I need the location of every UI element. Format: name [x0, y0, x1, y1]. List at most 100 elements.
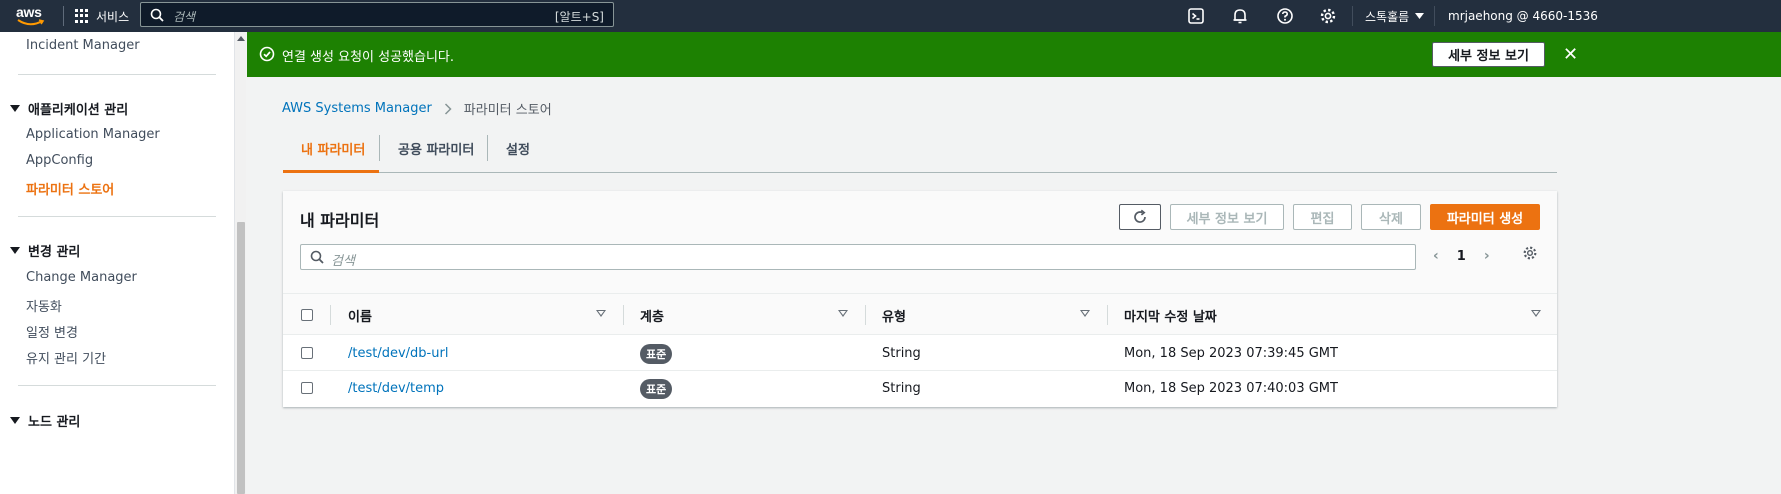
sort-icon[interactable]	[838, 310, 848, 317]
flash-view-details-button[interactable]: 세부 정보 보기	[1432, 42, 1545, 67]
sidebar-item-automation[interactable]: 자동화	[26, 296, 62, 315]
tier-badge: 표준	[640, 343, 673, 364]
sidebar-item-incident-manager[interactable]: Incident Manager	[26, 38, 140, 53]
sort-icon[interactable]	[1531, 310, 1541, 317]
sidebar-item-maintenance-windows[interactable]: 유지 관리 기간	[26, 348, 106, 367]
filter-placeholder: 검색	[331, 254, 355, 269]
sidebar-item-change-manager[interactable]: Change Manager	[26, 270, 137, 285]
sidebar-section-change-management[interactable]: 변경 관리	[10, 241, 80, 260]
parameter-name-link[interactable]: /test/dev/db-url	[348, 336, 448, 371]
breadcrumb-systems-manager-link[interactable]: AWS Systems Manager	[282, 101, 432, 116]
prev-page-icon[interactable]: ‹	[1433, 248, 1439, 264]
aws-logo-text: aws	[16, 4, 42, 20]
panel-header: 내 파라미터 세부 정보 보기 편집 삭제 파라미터 생성 검색 ‹ 1 ›	[283, 191, 1557, 293]
section-title: 노드 관리	[28, 415, 81, 430]
scroll-up-arrow-icon[interactable]	[237, 36, 245, 41]
column-divider	[865, 305, 866, 325]
row-checkbox[interactable]	[301, 347, 313, 359]
sidebar-item-application-manager[interactable]: Application Manager	[26, 127, 160, 142]
section-title: 애플리케이션 관리	[28, 103, 129, 118]
sidebar-divider	[18, 74, 216, 75]
search-placeholder: 검색	[173, 10, 196, 24]
refresh-button[interactable]	[1119, 204, 1161, 230]
tier-cell: 표준	[640, 336, 673, 371]
pagination: ‹ 1 ›	[1433, 243, 1490, 269]
global-search-input[interactable]: 검색 [알트+S]	[140, 2, 614, 27]
account-menu[interactable]: mrjaehong @ 4660-1536	[1448, 0, 1598, 32]
tier-badge: 표준	[640, 378, 673, 399]
sidebar-divider	[18, 216, 216, 217]
scroll-thumb[interactable]	[237, 222, 245, 494]
tab-my-parameters[interactable]: 내 파라미터	[301, 125, 365, 171]
sidebar-section-node-management[interactable]: 노드 관리	[10, 411, 80, 430]
expand-triangle-icon	[10, 417, 20, 424]
breadcrumb-current: 파라미터 스토어	[463, 103, 552, 118]
nav-divider	[1434, 6, 1435, 26]
column-header-name[interactable]: 이름	[348, 294, 372, 336]
search-icon	[310, 250, 324, 264]
type-cell: String	[882, 381, 921, 396]
sort-icon[interactable]	[596, 310, 606, 317]
parameters-panel: 내 파라미터 세부 정보 보기 편집 삭제 파라미터 생성 검색 ‹ 1 › 이…	[283, 191, 1557, 407]
column-header-type[interactable]: 유형	[882, 294, 906, 336]
success-check-icon	[259, 46, 275, 62]
flash-message: 연결 생성 요청이 성공했습니다.	[282, 50, 455, 65]
last-modified-cell: Mon, 18 Sep 2023 07:40:03 GMT	[1124, 381, 1338, 396]
sidebar-item-change-calendar[interactable]: 일정 변경	[26, 322, 78, 341]
next-page-icon[interactable]: ›	[1484, 248, 1490, 264]
breadcrumb: AWS Systems Manager 파라미터 스토어	[282, 99, 552, 118]
row-checkbox[interactable]	[301, 382, 313, 394]
notifications-bell-icon[interactable]	[1231, 7, 1249, 25]
column-header-tier[interactable]: 계층	[640, 294, 664, 336]
services-label: 서비스	[96, 9, 130, 24]
expand-triangle-icon	[10, 105, 20, 112]
create-parameter-button[interactable]: 파라미터 생성	[1430, 204, 1540, 230]
region-selector[interactable]: 스톡홀름	[1365, 0, 1425, 32]
current-page-number[interactable]: 1	[1457, 249, 1466, 264]
nav-divider	[63, 6, 64, 26]
sidebar: Incident Manager 애플리케이션 관리 Application M…	[0, 32, 234, 494]
tab-public-parameters[interactable]: 공용 파라미터	[398, 125, 474, 171]
cloudshell-icon[interactable]	[1187, 7, 1205, 25]
preferences-gear-icon[interactable]	[1522, 245, 1538, 261]
sort-icon[interactable]	[1080, 310, 1090, 317]
nav-divider	[1352, 6, 1353, 26]
account-label: mrjaehong @ 4660-1536	[1448, 9, 1598, 23]
table-row[interactable]: /test/dev/db-url 표준 String Mon, 18 Sep 2…	[283, 336, 1557, 371]
delete-button[interactable]: 삭제	[1361, 204, 1421, 230]
region-label: 스톡홀름	[1365, 9, 1410, 24]
sidebar-item-parameter-store[interactable]: 파라미터 스토어	[26, 179, 114, 198]
table-header: 이름 계층 유형 마지막 수정 날짜	[283, 293, 1557, 335]
tab-divider	[379, 135, 380, 161]
tab-settings[interactable]: 설정	[506, 125, 530, 171]
tab-divider	[487, 135, 488, 161]
tier-cell: 표준	[640, 371, 673, 406]
success-flash-banner: 연결 생성 요청이 성공했습니다. 세부 정보 보기 ✕	[247, 32, 1781, 77]
last-modified-cell: Mon, 18 Sep 2023 07:39:45 GMT	[1124, 346, 1338, 361]
panel-title: 내 파라미터	[300, 211, 380, 230]
parameter-search-input[interactable]: 검색	[300, 244, 1416, 270]
parameter-name-link[interactable]: /test/dev/temp	[348, 371, 444, 406]
view-details-button[interactable]: 세부 정보 보기	[1170, 204, 1284, 230]
services-menu-button[interactable]: 서비스	[75, 0, 129, 32]
aws-logo[interactable]: aws	[16, 4, 52, 28]
sidebar-divider	[18, 385, 216, 386]
settings-gear-icon[interactable]	[1319, 7, 1337, 25]
help-icon[interactable]	[1276, 7, 1294, 25]
column-divider	[330, 305, 331, 325]
aws-smile-icon	[17, 19, 45, 26]
sidebar-section-app-management[interactable]: 애플리케이션 관리	[10, 99, 128, 118]
close-icon[interactable]: ✕	[1563, 44, 1578, 65]
column-divider	[1107, 305, 1108, 325]
sidebar-item-appconfig[interactable]: AppConfig	[26, 153, 93, 168]
chevron-right-icon	[444, 102, 452, 115]
edit-button[interactable]: 편집	[1293, 204, 1352, 230]
select-all-checkbox[interactable]	[301, 309, 313, 321]
section-title: 변경 관리	[28, 245, 81, 260]
column-divider	[623, 305, 624, 325]
sidebar-scrollbar[interactable]	[234, 32, 246, 494]
expand-triangle-icon	[10, 247, 20, 254]
column-header-last-modified[interactable]: 마지막 수정 날짜	[1124, 294, 1217, 336]
table-row[interactable]: /test/dev/temp 표준 String Mon, 18 Sep 202…	[283, 371, 1557, 406]
top-navigation: aws 서비스 검색 [알트+S] 스톡홀름 mrjaehong @ 4660-…	[0, 0, 1781, 32]
